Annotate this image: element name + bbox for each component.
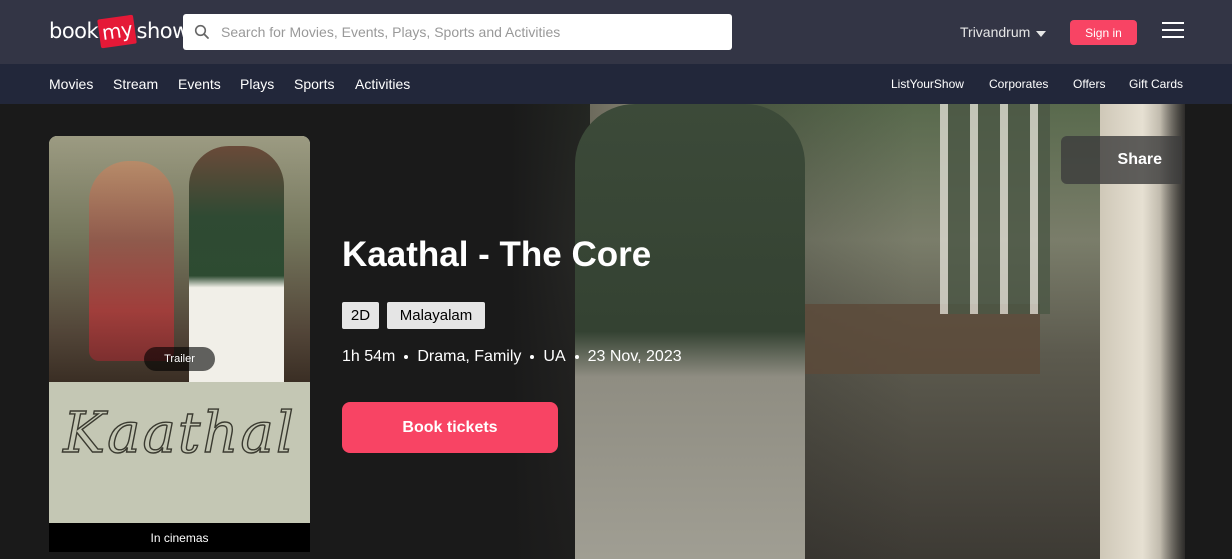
movie-meta: 1h 54m Drama, Family UA 23 Nov, 2023 [342, 348, 682, 366]
city-selector[interactable]: Trivandrum [960, 22, 1047, 42]
release-date: 23 Nov, 2023 [587, 348, 682, 365]
movie-poster[interactable]: Kaathal Trailer In cinemas [49, 136, 310, 552]
nav-activities[interactable]: Activities [355, 76, 410, 92]
backdrop-window [940, 104, 1050, 314]
caret-down-icon [1036, 24, 1047, 40]
nav-events[interactable]: Events [178, 76, 221, 92]
nav-sports[interactable]: Sports [294, 76, 334, 92]
logo-text-show: show [136, 19, 190, 43]
movie-hero-banner: Kaathal Trailer In cinemas Kaathal - The… [0, 104, 1232, 559]
movie-rating: UA [543, 348, 566, 365]
nav-plays[interactable]: Plays [240, 76, 274, 92]
share-label: Share [1117, 151, 1162, 168]
movie-duration: 1h 54m [342, 348, 396, 365]
logo-text-book: book [49, 19, 99, 43]
nav-stream[interactable]: Stream [113, 76, 158, 92]
nav-gift-cards[interactable]: Gift Cards [1129, 77, 1183, 91]
meta-separator [404, 355, 409, 359]
language-tag[interactable]: Malayalam [387, 302, 485, 329]
nav-corporates[interactable]: Corporates [989, 77, 1048, 91]
search-input[interactable] [221, 15, 732, 49]
backdrop-bench [800, 304, 1040, 374]
nav-listyourshow[interactable]: ListYourShow [891, 77, 964, 91]
in-cinemas-badge: In cinemas [49, 523, 310, 552]
movie-genres[interactable]: Drama, Family [417, 348, 521, 366]
logo-text-my: my [97, 14, 138, 48]
sign-in-button[interactable]: Sign in [1070, 20, 1137, 45]
poster-figure-left [89, 161, 174, 361]
hamburger-menu-icon[interactable] [1160, 22, 1186, 42]
city-label: Trivandrum [960, 24, 1031, 40]
nav-movies[interactable]: Movies [49, 76, 93, 92]
in-cinemas-label: In cinemas [150, 530, 209, 545]
meta-separator [574, 355, 579, 359]
top-header: book my show Trivandrum Sign in [0, 0, 1232, 64]
nav-offers[interactable]: Offers [1073, 77, 1105, 91]
search-bar[interactable] [183, 14, 732, 50]
meta-separator [530, 355, 535, 359]
book-tickets-button[interactable]: Book tickets [342, 402, 558, 453]
format-tag-2d[interactable]: 2D [342, 302, 379, 329]
backdrop-person [575, 104, 805, 559]
trailer-button[interactable]: Trailer [144, 347, 215, 371]
trailer-label: Trailer [164, 353, 195, 365]
poster-logo-text: Kaathal [63, 400, 296, 466]
movie-title: Kaathal - The Core [342, 235, 652, 274]
share-button[interactable]: Share [1061, 136, 1182, 184]
bookmyshow-logo[interactable]: book my show [49, 14, 190, 48]
search-icon [183, 14, 221, 50]
secondary-nav: Movies Stream Events Plays Sports Activi… [0, 64, 1232, 104]
